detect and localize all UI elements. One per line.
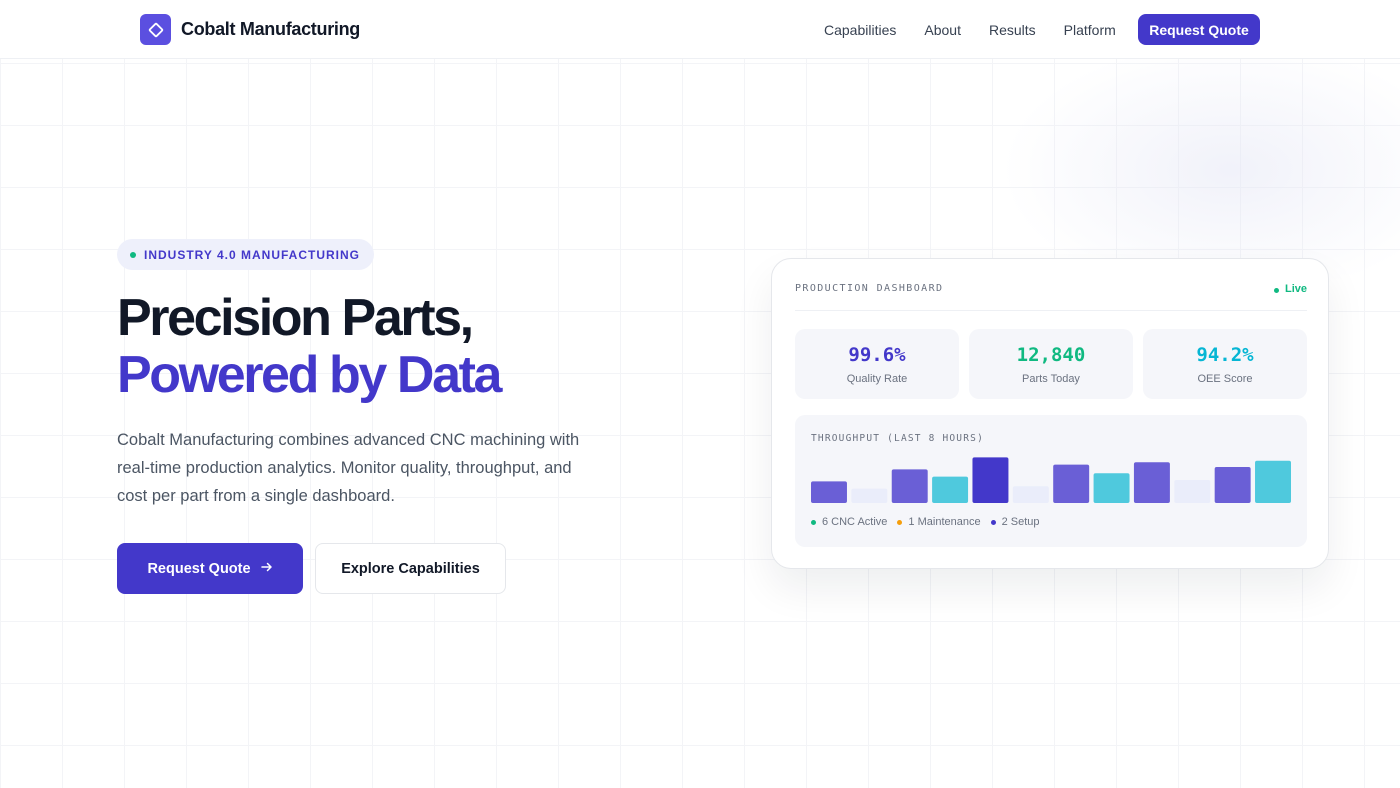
hero-cta-group: Request Quote Explore Capabilities xyxy=(117,543,637,594)
hero-title-line1: Precision Parts, xyxy=(117,289,474,347)
legend-label: 2 Setup xyxy=(1001,516,1040,528)
stat-value: 99.6% xyxy=(848,343,906,366)
live-dot-icon xyxy=(1273,288,1279,293)
throughput-bar-3 xyxy=(891,469,928,503)
nav-link-platform[interactable]: Platform xyxy=(1064,22,1116,38)
throughput-bar-2 xyxy=(851,488,888,503)
hero-badge: INDUSTRY 4.0 MANUFACTURING xyxy=(117,239,375,270)
throughput-bar-chart xyxy=(811,457,1291,503)
stat-oee-score: 94.2% OEE Score xyxy=(1143,329,1307,399)
stat-label: Quality Rate xyxy=(846,372,908,385)
legend-label: 6 CNC Active xyxy=(822,516,888,528)
legend-item-maintenance: 1 Maintenance xyxy=(897,516,981,528)
stat-value: 94.2% xyxy=(1196,343,1254,366)
arrow-right-icon xyxy=(260,560,273,577)
throughput-bar-4 xyxy=(932,476,969,503)
throughput-bar-9 xyxy=(1133,462,1170,503)
throughput-bar-11 xyxy=(1214,467,1251,503)
stat-label: Parts Today xyxy=(1022,372,1080,385)
nav-link-capabilities[interactable]: Capabilities xyxy=(824,22,896,38)
live-status: Live xyxy=(1273,283,1307,310)
dashboard-header: PRODUCTION DASHBOARD Live xyxy=(795,283,1307,311)
diamond-logo-icon xyxy=(140,14,171,45)
nav-link-about[interactable]: About xyxy=(924,22,961,38)
nav-links: Capabilities About Results Platform xyxy=(810,14,1130,45)
top-navigation: Cobalt Manufacturing Capabilities About … xyxy=(0,0,1400,59)
legend-dot-icon xyxy=(990,519,996,525)
stat-parts-today: 12,840 Parts Today xyxy=(969,329,1133,399)
stat-label: OEE Score xyxy=(1197,372,1253,385)
legend-dot-icon xyxy=(811,519,816,525)
stat-quality-rate: 99.6% Quality Rate xyxy=(795,329,959,399)
hero-title: Precision Parts, Powered by Data xyxy=(117,290,637,404)
throughput-bar-12 xyxy=(1255,460,1291,503)
legend-dot-icon xyxy=(897,519,903,525)
legend-item-setup: 2 Setup xyxy=(990,516,1040,528)
throughput-bar-7 xyxy=(1053,464,1090,503)
hero-section: INDUSTRY 4.0 MANUFACTURING Precision Par… xyxy=(117,239,637,594)
throughput-bar-1 xyxy=(811,481,847,503)
legend-label: 1 Maintenance xyxy=(908,516,981,528)
throughput-bar-8 xyxy=(1093,473,1130,503)
request-quote-button[interactable]: Request Quote xyxy=(117,543,303,594)
dashboard-title: PRODUCTION DASHBOARD xyxy=(795,283,944,294)
throughput-panel: THROUGHPUT (LAST 8 HOURS) 6 CNC Active 1… xyxy=(795,415,1307,547)
badge-text: INDUSTRY 4.0 MANUFACTURING xyxy=(144,247,361,262)
live-status-label: Live xyxy=(1284,283,1307,295)
machine-status-legend: 6 CNC Active 1 Maintenance 2 Setup xyxy=(811,516,1050,528)
stats-row: 99.6% Quality Rate 12,840 Parts Today 94… xyxy=(795,329,1307,399)
legend-item-active: 6 CNC Active xyxy=(811,516,887,528)
nav-request-quote-button[interactable]: Request Quote xyxy=(1138,14,1260,45)
hero-title-line2: Powered by Data xyxy=(117,346,502,404)
badge-dot-icon xyxy=(130,251,136,258)
throughput-bar-6 xyxy=(1012,486,1049,503)
throughput-bar-10 xyxy=(1174,479,1211,503)
request-quote-label: Request Quote xyxy=(147,560,251,577)
nav-link-results[interactable]: Results xyxy=(989,22,1036,38)
throughput-title: THROUGHPUT (LAST 8 HOURS) xyxy=(811,433,984,444)
stat-value: 12,840 xyxy=(1016,343,1086,366)
brand-logo-link[interactable]: Cobalt Manufacturing xyxy=(140,14,360,45)
hero-description: Cobalt Manufacturing combines advanced C… xyxy=(117,431,580,505)
throughput-bar-5 xyxy=(972,457,1009,503)
brand-name: Cobalt Manufacturing xyxy=(181,19,360,39)
production-dashboard-card: PRODUCTION DASHBOARD Live 99.6% Quality … xyxy=(771,258,1329,569)
explore-capabilities-button[interactable]: Explore Capabilities xyxy=(315,543,506,594)
